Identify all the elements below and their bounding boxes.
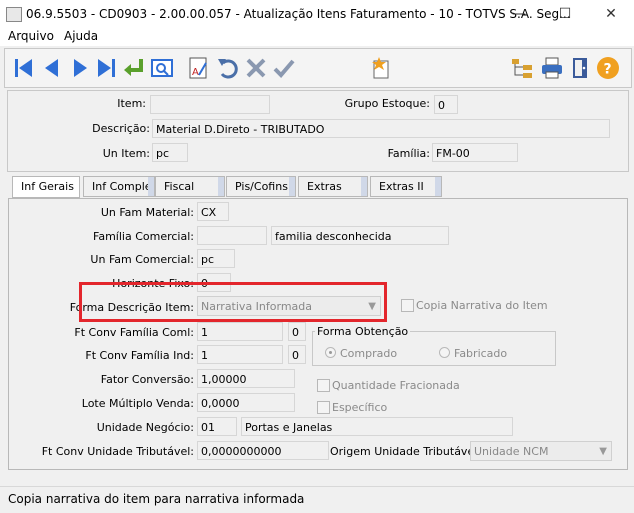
menu-bar: Arquivo Ajuda: [0, 28, 634, 46]
ft-conv-familia-coml-field[interactable]: 1: [197, 322, 283, 341]
window-title: 06.9.5503 - CD0903 - 2.00.00.057 - Atual…: [26, 7, 571, 21]
exit-door-icon[interactable]: [567, 55, 593, 81]
comprado-radio[interactable]: [325, 347, 336, 358]
tab-inf-gerais[interactable]: Inf Gerais: [12, 176, 80, 198]
grupo-estoque-field[interactable]: 0: [434, 95, 458, 114]
unidade-negocio-label: Unidade Negócio:: [96, 421, 194, 434]
unidade-negocio-desc: Portas e Janelas: [241, 417, 513, 436]
un-fam-material-label: Un Fam Material:: [100, 206, 194, 219]
tab-fiscal[interactable]: Fiscal: [155, 176, 225, 197]
un-fam-material-field[interactable]: CX: [197, 202, 229, 221]
descricao-field[interactable]: Material D.Direto - TRIBUTADO: [152, 119, 610, 138]
tab-strip: [218, 177, 224, 196]
origem-unidade-trib-label: Origem Unidade Tributável:: [330, 445, 481, 458]
tab-inf-compler[interactable]: Inf Compler: [83, 176, 155, 197]
lote-multiplo-field[interactable]: 0,0000: [197, 393, 295, 412]
item-field[interactable]: [150, 95, 270, 114]
tab-strip: [289, 177, 295, 196]
tab-fiscal-label: Fiscal: [164, 180, 195, 193]
print-icon[interactable]: [539, 55, 565, 81]
tab-extras-ii[interactable]: Extras II: [370, 176, 442, 197]
lote-multiplo-label: Lote Múltiplo Venda:: [81, 397, 194, 410]
close-button[interactable]: ✕: [588, 0, 634, 28]
un-item-label: Un Item:: [102, 147, 150, 160]
tab-strip: [361, 177, 367, 196]
tab-strip: [148, 177, 154, 196]
highlight-box: [79, 282, 387, 322]
un-item-field[interactable]: pc: [152, 143, 188, 162]
tab-inf-compler-label: Inf Compler: [92, 180, 155, 193]
status-text: Copia narrativa do item para narrativa i…: [8, 492, 305, 506]
especifico-checkbox[interactable]: [317, 401, 330, 414]
previous-record-icon[interactable]: [39, 55, 65, 81]
descricao-label: Descrição:: [92, 122, 150, 135]
tab-inf-gerais-label: Inf Gerais: [21, 180, 74, 193]
forma-obtencao-title: Forma Obtenção: [315, 325, 411, 338]
menu-ajuda[interactable]: Ajuda: [64, 29, 98, 43]
svg-text:?: ?: [604, 62, 612, 78]
quantidade-fracionada-checkbox[interactable]: [317, 379, 330, 392]
item-label: Item:: [117, 97, 146, 110]
tree-structure-icon[interactable]: [509, 55, 535, 81]
last-record-icon[interactable]: [93, 55, 119, 81]
ft-conv-unidade-trib-label: Ft Conv Unidade Tributável:: [41, 445, 194, 458]
undo-icon[interactable]: [215, 55, 241, 81]
quantidade-fracionada-label: Quantidade Fracionada: [332, 379, 460, 392]
fabricado-label: Fabricado: [454, 347, 508, 360]
familia-comercial-desc: familia desconhecida: [271, 226, 449, 245]
status-bar: Copia narrativa do item para narrativa i…: [0, 486, 634, 513]
title-bar: 06.9.5503 - CD0903 - 2.00.00.057 - Atual…: [0, 0, 634, 28]
familia-label: Família:: [387, 147, 430, 160]
ft-conv-familia-ind-field[interactable]: 1: [197, 345, 283, 364]
familia-comercial-field[interactable]: [197, 226, 267, 245]
tab-pis-cofins[interactable]: Pis/Cofins: [226, 176, 296, 197]
tab-extras-label: Extras: [307, 180, 342, 193]
fator-conversao-label: Fator Conversão:: [100, 373, 194, 386]
cancel-icon[interactable]: [243, 55, 269, 81]
tab-pis-cofins-label: Pis/Cofins: [235, 180, 288, 193]
copia-narrativa-label: Copia Narrativa do Item: [416, 299, 548, 312]
origem-unidade-trib-select[interactable]: Unidade NCM ▼: [470, 441, 612, 461]
toolbar: A ?: [4, 48, 632, 88]
ft-conv-familia-ind-dec[interactable]: 0: [288, 345, 306, 364]
help-icon[interactable]: ?: [595, 55, 621, 81]
ft-conv-familia-coml-dec[interactable]: 0: [288, 322, 306, 341]
tab-extras[interactable]: Extras: [298, 176, 368, 197]
copia-narrativa-checkbox[interactable]: [401, 299, 414, 312]
goto-record-icon[interactable]: [121, 55, 147, 81]
chevron-down-icon: ▼: [599, 446, 607, 457]
fator-conversao-field[interactable]: 1,00000: [197, 369, 295, 388]
un-fam-comercial-field[interactable]: pc: [197, 249, 235, 268]
maximize-button[interactable]: ☐: [542, 0, 588, 28]
svg-text:A: A: [192, 67, 199, 78]
unidade-negocio-field[interactable]: 01: [197, 417, 237, 436]
tab-strip: [435, 177, 441, 196]
first-record-icon[interactable]: [11, 55, 37, 81]
edit-document-icon[interactable]: A: [185, 55, 211, 81]
comprado-label: Comprado: [340, 347, 398, 360]
grupo-estoque-label: Grupo Estoque:: [344, 97, 430, 110]
ft-conv-unidade-trib-field[interactable]: 0,0000000000: [197, 441, 329, 460]
origem-unidade-trib-value: Unidade NCM: [474, 445, 549, 458]
ft-conv-familia-coml-label: Ft Conv Família Coml:: [74, 326, 194, 339]
familia-comercial-label: Família Comercial:: [93, 230, 194, 243]
confirm-icon[interactable]: [271, 55, 297, 81]
menu-arquivo[interactable]: Arquivo: [8, 29, 54, 43]
next-record-icon[interactable]: [67, 55, 93, 81]
familia-field[interactable]: FM-00: [432, 143, 518, 162]
copy-document-icon[interactable]: [367, 55, 393, 81]
app-icon: [6, 7, 22, 22]
ft-conv-familia-ind-label: Ft Conv Família Ind:: [85, 349, 194, 362]
search-icon[interactable]: [149, 55, 175, 81]
fabricado-radio[interactable]: [439, 347, 450, 358]
minimize-button[interactable]: —: [496, 0, 542, 28]
tab-extras-ii-label: Extras II: [379, 180, 424, 193]
un-fam-comercial-label: Un Fam Comercial:: [90, 253, 194, 266]
especifico-label: Específico: [332, 401, 388, 414]
